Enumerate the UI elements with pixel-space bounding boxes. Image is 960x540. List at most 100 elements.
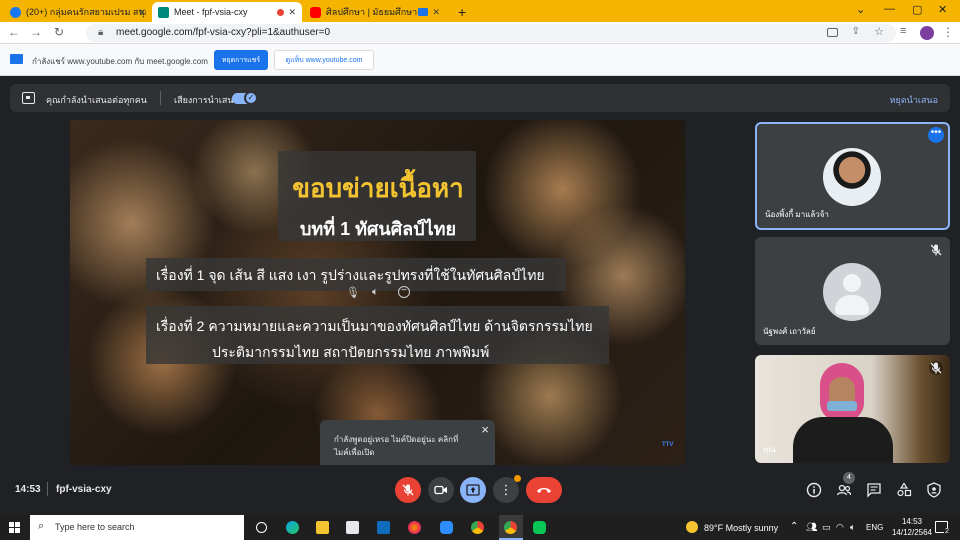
browser-tab-strip: (20+) กลุ่มคนรักสยามเปรม สนุก | Faceb ✕ …: [0, 0, 960, 22]
zoom-icon[interactable]: [440, 521, 453, 534]
tab-title: Meet - fpf-vsia-cxy: [174, 7, 248, 17]
forward-icon[interactable]: →: [30, 25, 42, 39]
windows-start-icon[interactable]: [9, 522, 20, 533]
slide-subtitle: บทที่ 1 ทัศนศิลป์ไทย: [299, 219, 457, 239]
lock-icon: 🔒︎: [98, 27, 104, 38]
stop-presenting-link[interactable]: หยุดนำเสนอ: [890, 93, 938, 107]
participant-name: คุณ: [763, 445, 776, 454]
presentation-audio-toggle[interactable]: ✓: [232, 91, 258, 105]
participant-tile-self[interactable]: คุณ: [755, 355, 950, 463]
people-icon[interactable]: 👥︎: [806, 522, 817, 533]
mail-icon[interactable]: [377, 521, 390, 534]
tab-search-icon[interactable]: ⌄: [856, 3, 865, 16]
maximize-icon[interactable]: ▢: [912, 3, 922, 16]
mic-off-icon: [929, 361, 943, 375]
reading-list-icon[interactable]: ≡: [900, 25, 906, 37]
stop-sharing-button[interactable]: หยุดการแชร์: [214, 50, 268, 70]
back-icon[interactable]: ←: [8, 25, 20, 39]
presenting-status: คุณกำลังนำเสนอต่อทุกคน: [46, 95, 147, 105]
line-app-icon[interactable]: [533, 521, 546, 534]
search-icon: ⌕: [38, 520, 45, 532]
camera-button[interactable]: [428, 477, 454, 503]
profile-avatar[interactable]: [920, 26, 934, 40]
activities-icon[interactable]: [896, 482, 912, 498]
participant-name: น้องพิ้งกี้ มาแล้วจ้า: [765, 210, 829, 219]
camera-indicator-icon[interactable]: [827, 28, 838, 37]
chrome-active-taskbar-item[interactable]: [499, 515, 523, 540]
tab-title: (20+) กลุ่มคนรักสยามเปรม สนุก | Faceb: [26, 7, 146, 17]
speaker-icon[interactable]: 🔈︎: [850, 522, 855, 533]
share-notice-text: กำลังแชร์ www.youtube.com กับ meet.googl…: [32, 57, 208, 66]
tab-youtube[interactable]: ศิลปศึกษา | มัธยมศึกษาตอนต้น ✕: [304, 2, 446, 22]
firefox-icon[interactable]: [408, 521, 421, 534]
tooltip-line1: กำลังพูดอยู่เหรอ ไมค์ปิดอยู่นะ คลิกที่: [334, 435, 459, 444]
close-tab-icon[interactable]: ✕: [288, 7, 296, 18]
new-tab-button[interactable]: +: [452, 2, 472, 22]
slide-line1: เรื่องที่ 1 จุด เส้น สี แสง เงา รูปร่างแ…: [156, 267, 545, 283]
menu-kebab-icon[interactable]: ⋮: [942, 25, 954, 39]
chrome-icon: [504, 521, 517, 534]
info-icon[interactable]: [806, 482, 822, 498]
screen-share-icon: [10, 54, 23, 64]
slide-line2b: ประติมากรรมไทย สถาปัตยกรรมไทย ภาพพิมพ์: [212, 344, 490, 360]
address-bar-row: ← → ↻ 🔒︎ meet.google.com/fpf-vsia-cxy?pl…: [0, 22, 960, 44]
minimize-icon[interactable]: —: [884, 3, 895, 15]
present-now-button[interactable]: [460, 477, 486, 503]
file-explorer-icon[interactable]: [316, 521, 329, 534]
microphone-button[interactable]: [395, 477, 421, 503]
chrome-icon[interactable]: [471, 521, 484, 534]
language-indicator[interactable]: ENG: [866, 523, 883, 532]
presenting-bar: คุณกำลังนำเสนอต่อทุกคน เสียงการนำเสนอ ✓ …: [10, 84, 950, 112]
store-icon[interactable]: [346, 521, 359, 534]
close-tab-icon[interactable]: ✕: [432, 7, 440, 18]
remove-icon[interactable]: −: [398, 286, 410, 298]
presentation-slide: ขอบข่ายเนื้อหา บทที่ 1 ทัศนศิลป์ไทย เรื่…: [70, 120, 685, 465]
chevron-up-icon[interactable]: ⌃: [790, 521, 798, 532]
view-tab-button[interactable]: ดูแท็บ www.youtube.com: [274, 50, 374, 70]
people-count-badge: 4: [843, 472, 855, 484]
tooltip-close-button[interactable]: ×: [481, 422, 489, 437]
more-options-icon[interactable]: •••: [928, 127, 944, 143]
close-tab-icon[interactable]: ✕: [138, 7, 146, 18]
face-mask-shape: [827, 401, 857, 411]
share-icon[interactable]: ⇪: [852, 26, 860, 37]
weather-text[interactable]: 89°F Mostly sunny: [704, 523, 778, 533]
host-controls-icon[interactable]: [926, 482, 942, 498]
mic-off-icon: [930, 244, 942, 256]
taskbar-search-box[interactable]: ⌕ Type here to search: [30, 515, 244, 540]
notification-dot: [514, 475, 521, 482]
ttv-logo: TTV: [662, 442, 674, 448]
body-shape: [793, 417, 893, 463]
avatar: [823, 263, 881, 321]
reload-icon[interactable]: ↻: [54, 25, 64, 39]
clock-time[interactable]: 14:53: [895, 517, 929, 526]
presentation-audio-label: เสียงการนำเสนอ: [174, 95, 239, 105]
tab-title: ศิลปศึกษา | มัธยมศึกษาตอนต้น: [326, 7, 426, 17]
volume-icon[interactable]: 🔈︎: [372, 286, 379, 299]
tab-meet[interactable]: Meet - fpf-vsia-cxy ✕: [152, 2, 302, 22]
leave-call-button[interactable]: [526, 477, 562, 503]
present-screen-icon: [466, 484, 480, 496]
mic-off-icon: [402, 484, 414, 496]
people-icon[interactable]: [836, 482, 852, 498]
wifi-icon[interactable]: ◠: [836, 522, 844, 533]
edge-icon[interactable]: [286, 521, 299, 534]
bookmark-star-icon[interactable]: ☆: [874, 25, 884, 38]
clock-date[interactable]: 14/12/2564: [887, 528, 937, 537]
mute-tile-icon[interactable]: 🎙︎: [346, 286, 360, 299]
participant-tile-2[interactable]: นัฐพงศ์ เถาวัลย์: [755, 237, 950, 345]
meeting-time: 14:53: [15, 484, 41, 495]
facebook-icon: [10, 6, 21, 18]
close-window-icon[interactable]: ✕: [938, 3, 947, 16]
chat-icon[interactable]: [866, 482, 882, 498]
tab-facebook[interactable]: (20+) กลุ่มคนรักสยามเปรม สนุก | Faceb ✕: [4, 2, 152, 22]
present-icon: [22, 92, 35, 104]
participant-tile-1[interactable]: ••• น้องพิ้งกี้ มาแล้วจ้า: [755, 122, 950, 230]
avatar: [823, 148, 881, 206]
video-camera-icon: [434, 485, 447, 495]
task-view-icon[interactable]: [256, 522, 267, 533]
url-box[interactable]: 🔒︎ meet.google.com/fpf-vsia-cxy?pli=1&au…: [86, 24, 896, 42]
network-icon[interactable]: ▭: [822, 522, 831, 533]
sharing-indicator-icon: [418, 8, 428, 16]
participant-name: นัฐพงศ์ เถาวัลย์: [763, 327, 816, 336]
